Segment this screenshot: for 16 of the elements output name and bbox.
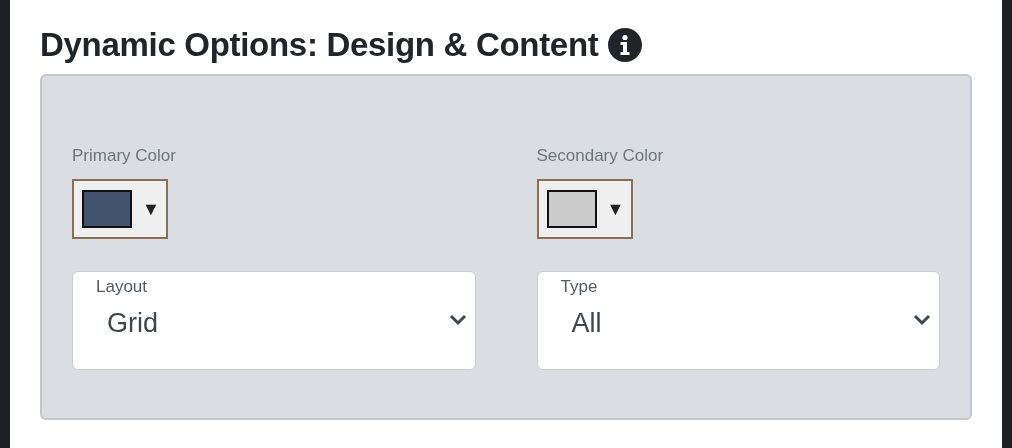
section-title: Dynamic Options: Design & Content — [40, 26, 599, 64]
chevron-down-icon — [448, 314, 467, 326]
field-label: Primary Color — [72, 146, 177, 166]
select-field[interactable]: Type All — [536, 271, 940, 370]
field-label: Secondary Color — [536, 146, 665, 166]
dropdown-arrow: ▼ — [606, 198, 625, 220]
color-picker[interactable]: ▼ — [536, 179, 633, 239]
color-picker[interactable]: ▼ — [72, 179, 168, 239]
info-icon[interactable] — [608, 28, 643, 62]
select-value: All — [571, 307, 603, 339]
chevron-down-icon — [913, 314, 931, 326]
dropdown-arrow: ▼ — [142, 198, 160, 220]
select-label: Layout — [96, 277, 149, 297]
select-label: Type — [560, 277, 599, 297]
select-field[interactable]: Layout Grid — [72, 271, 476, 370]
select-value: Grid — [107, 307, 159, 339]
